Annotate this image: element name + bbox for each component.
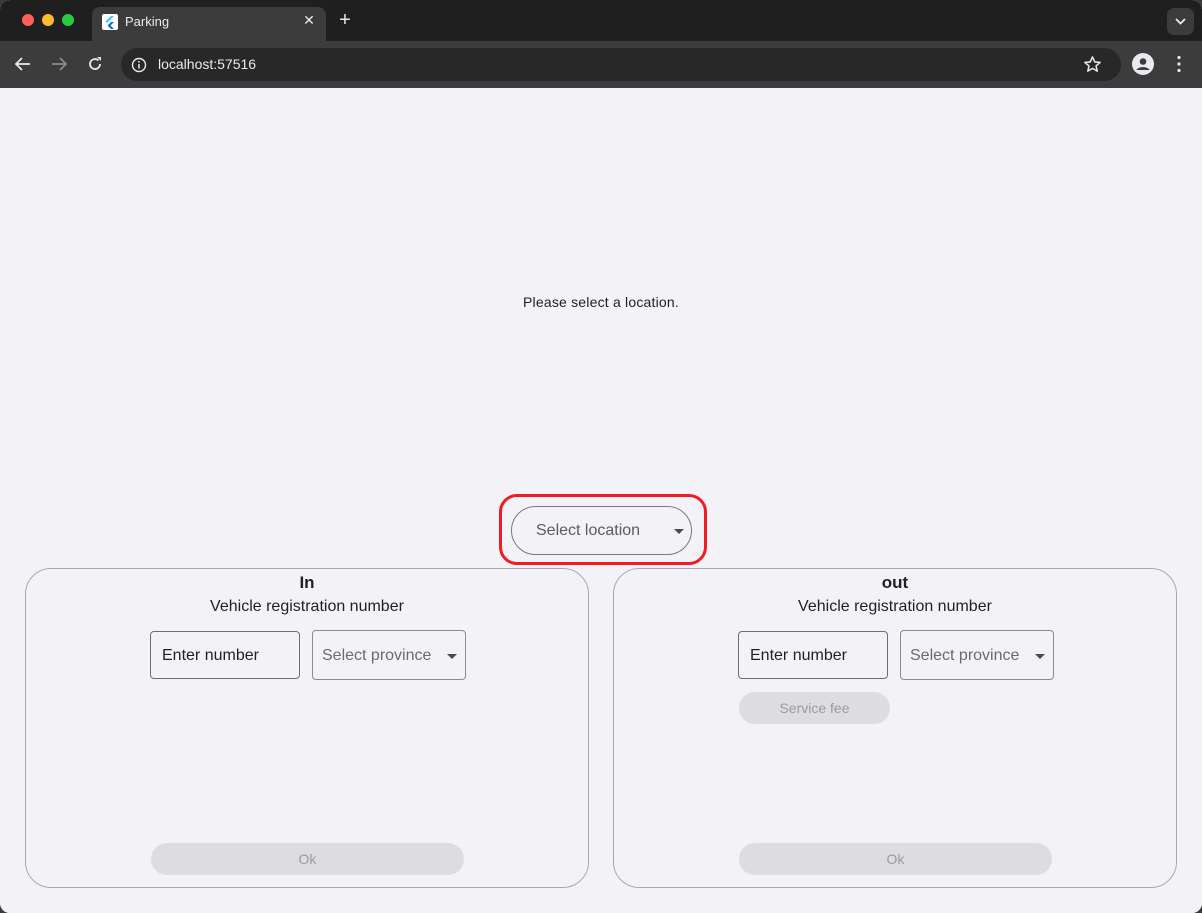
plus-icon[interactable]: + <box>336 9 354 31</box>
fullscreen-window-button[interactable] <box>62 14 74 26</box>
location-prompt: Please select a location. <box>523 294 679 310</box>
out-ok-button[interactable]: Ok <box>739 843 1052 875</box>
service-fee-button[interactable]: Service fee <box>739 692 890 724</box>
close-icon[interactable]: ✕ <box>302 13 316 27</box>
minimize-window-button[interactable] <box>42 14 54 26</box>
in-province-dropdown[interactable]: Select province <box>312 630 466 680</box>
number-placeholder: Enter number <box>162 647 259 664</box>
person-icon[interactable] <box>1132 53 1154 75</box>
address-bar[interactable]: localhost:57516 <box>121 48 1121 81</box>
flutter-logo-icon <box>102 14 118 30</box>
arrow-left-icon[interactable] <box>13 54 33 74</box>
out-panel: out Vehicle registration number Enter nu… <box>613 568 1177 888</box>
in-number-input[interactable]: Enter number <box>150 631 300 679</box>
page-content: Please select a location. Select locatio… <box>0 88 1202 913</box>
province-placeholder: Select province <box>910 647 1020 664</box>
number-placeholder: Enter number <box>750 647 847 664</box>
chevron-down-icon <box>1175 18 1186 25</box>
dropdown-arrow-icon <box>1035 654 1045 659</box>
star-icon[interactable] <box>1083 55 1102 74</box>
url-text[interactable]: localhost:57516 <box>158 56 256 72</box>
in-panel: In Vehicle registration number Enter num… <box>25 568 589 888</box>
dropdown-arrow-icon <box>674 529 684 534</box>
out-number-input[interactable]: Enter number <box>738 631 888 679</box>
reload-icon[interactable] <box>85 54 105 74</box>
panel-title: out <box>881 573 909 592</box>
in-ok-button[interactable]: Ok <box>151 843 464 875</box>
out-province-dropdown[interactable]: Select province <box>900 630 1054 680</box>
browser-window: Parking ✕ + localhost:57516 Please selec… <box>0 0 1202 913</box>
info-icon[interactable] <box>131 57 147 73</box>
panel-title: In <box>299 573 315 592</box>
close-window-button[interactable] <box>22 14 34 26</box>
panel-subtitle: Vehicle registration number <box>798 598 992 615</box>
location-dropdown-label: Select location <box>536 522 641 539</box>
location-dropdown[interactable]: Select location <box>511 506 692 555</box>
kebab-menu-icon[interactable] <box>1171 53 1187 75</box>
province-placeholder: Select province <box>322 647 432 664</box>
panel-subtitle: Vehicle registration number <box>210 598 404 615</box>
dropdown-arrow-icon <box>447 654 457 659</box>
tab-title: Parking <box>125 14 170 29</box>
browser-toolbar: localhost:57516 <box>0 41 1202 88</box>
tab-parking[interactable]: Parking ✕ <box>92 7 326 41</box>
tab-search-button[interactable] <box>1167 8 1194 35</box>
arrow-right-icon[interactable] <box>49 54 69 74</box>
tab-strip: Parking ✕ + <box>0 0 1202 41</box>
